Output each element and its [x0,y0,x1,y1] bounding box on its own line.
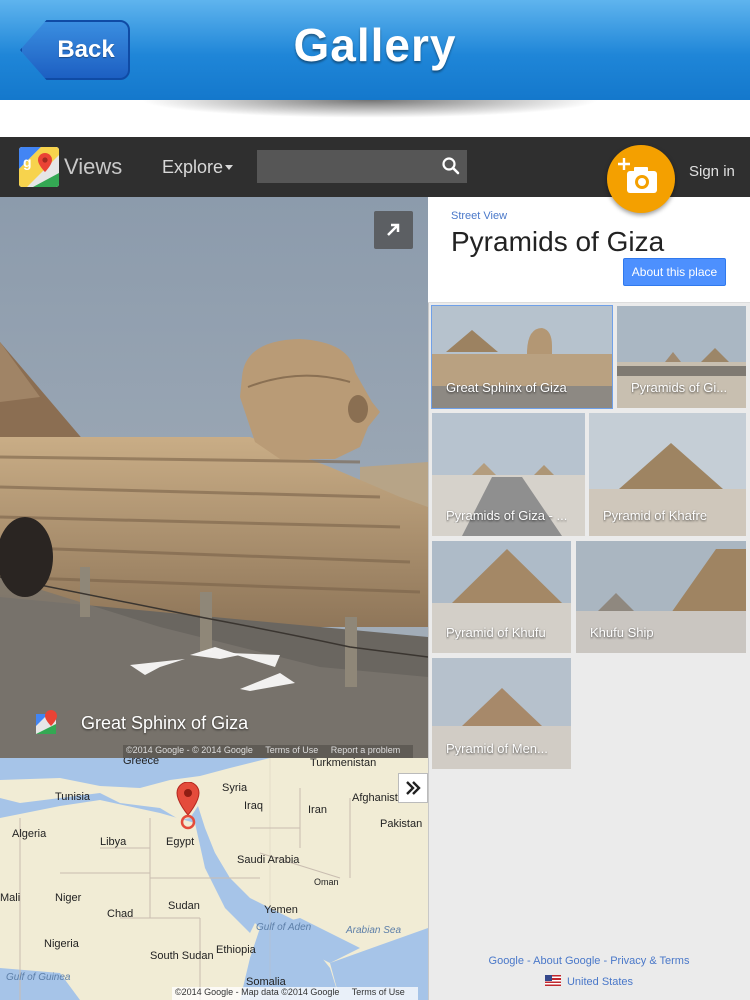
map-label: Ethiopia [216,944,256,956]
expand-map-icon[interactable] [398,773,428,803]
thumbnail-label: Pyramid of Men... [446,741,548,756]
thumbnail-label: Pyramids of Gi... [631,380,728,395]
views-brand: Views [64,154,123,179]
map-label: Syria [222,782,248,794]
svg-text:g: g [23,154,32,170]
caret-down-icon[interactable] [225,165,233,170]
panel-footer: Google - About Google - Privacy & Terms … [428,955,750,988]
map-label: Sudan [168,900,200,912]
map-label: Saudi Arabia [237,854,300,866]
map-label: Egypt [166,836,195,848]
thumbnail-label: Pyramid of Khafre [603,508,708,523]
map-label: Yemen [264,904,298,916]
map-label: Chad [107,908,134,920]
thumbnail-card[interactable]: Pyramids of Gi... [617,306,746,408]
map-label: Gulf of Aden [256,922,312,933]
thumbnail-label: Great Sphinx of Giza [446,380,567,395]
map-label: Arabian Sea [346,925,402,936]
section-label: Street View [451,210,508,222]
thumbnail-card[interactable]: Pyramid of Khafre [589,413,746,536]
thumbnail-label: Pyramid of Khufu [446,625,546,640]
report-problem-link[interactable]: Report a problem [331,745,401,755]
map-label: South Sudan [150,950,214,962]
explore-menu[interactable]: Explore [162,157,223,178]
map-label: Iraq [244,800,263,812]
search-input[interactable] [257,150,467,183]
map-label: Algeria [12,828,47,840]
footer-links[interactable]: Google - About Google - Privacy & Terms [428,955,750,967]
map-label: Niger [55,892,82,904]
map-footer: ©2014 Google - Map data ©2014 Google Ter… [172,987,418,1000]
location-marker-icon[interactable] [176,782,200,830]
add-photo-button[interactable] [607,145,675,213]
panorama-footer: ©2014 Google - © 2014 Google Terms of Us… [123,745,414,758]
map-label: Nigeria [44,938,79,950]
map-label: Pakistan [380,818,423,830]
page-title: Gallery [293,19,457,71]
thumbnail-card[interactable]: Pyramid of Men... [432,658,571,769]
map-label: Iran [308,804,327,816]
map-copyright: ©2014 Google - Map data ©2014 Google [175,987,340,997]
map-view[interactable]: Greece Turkmenistan Tunisia Syria Iraq I… [0,758,428,1000]
about-place-button[interactable]: About this place [623,258,726,286]
camera-add-icon [618,158,657,193]
sign-in-link[interactable]: Sign in [689,163,735,180]
us-flag-icon [544,975,561,986]
thumbnail-card[interactable]: Pyramid of Khufu [432,541,571,653]
sphinx-panorama-image [0,197,428,758]
maps-pin-icon [36,710,57,734]
thumbnail-label: Khufu Ship [590,625,654,640]
thumbnail-label: Pyramids of Giza - ... [446,508,568,523]
expand-icon[interactable] [374,211,413,249]
map-label: Turkmenistan [310,758,377,769]
map-label: Gulf of Guinea [6,972,71,983]
map-terms-link[interactable]: Terms of Use [352,987,405,997]
panorama-caption: Great Sphinx of Giza [81,713,249,733]
search-icon[interactable] [441,156,461,176]
region-selector[interactable]: United States [567,976,633,988]
thumbnail-card[interactable]: Khufu Ship [576,541,746,653]
thumbnail-card[interactable]: Great Sphinx of Giza [431,305,613,409]
terms-link[interactable]: Terms of Use [265,745,318,755]
map-label: Tunisia [55,791,91,803]
street-view-panorama[interactable] [0,197,428,758]
map-label: Oman [314,877,339,887]
map-label: Libya [100,836,127,848]
map-label: Mali [0,892,21,904]
header-shadow [140,100,600,118]
google-maps-logo-icon[interactable]: g [19,147,59,187]
copyright-text: ©2014 Google - © 2014 Google [126,745,253,755]
thumbnail-card[interactable]: Pyramids of Giza - ... [432,413,585,536]
map-label: Greece [123,758,160,767]
place-title: Pyramids of Giza [451,226,665,257]
